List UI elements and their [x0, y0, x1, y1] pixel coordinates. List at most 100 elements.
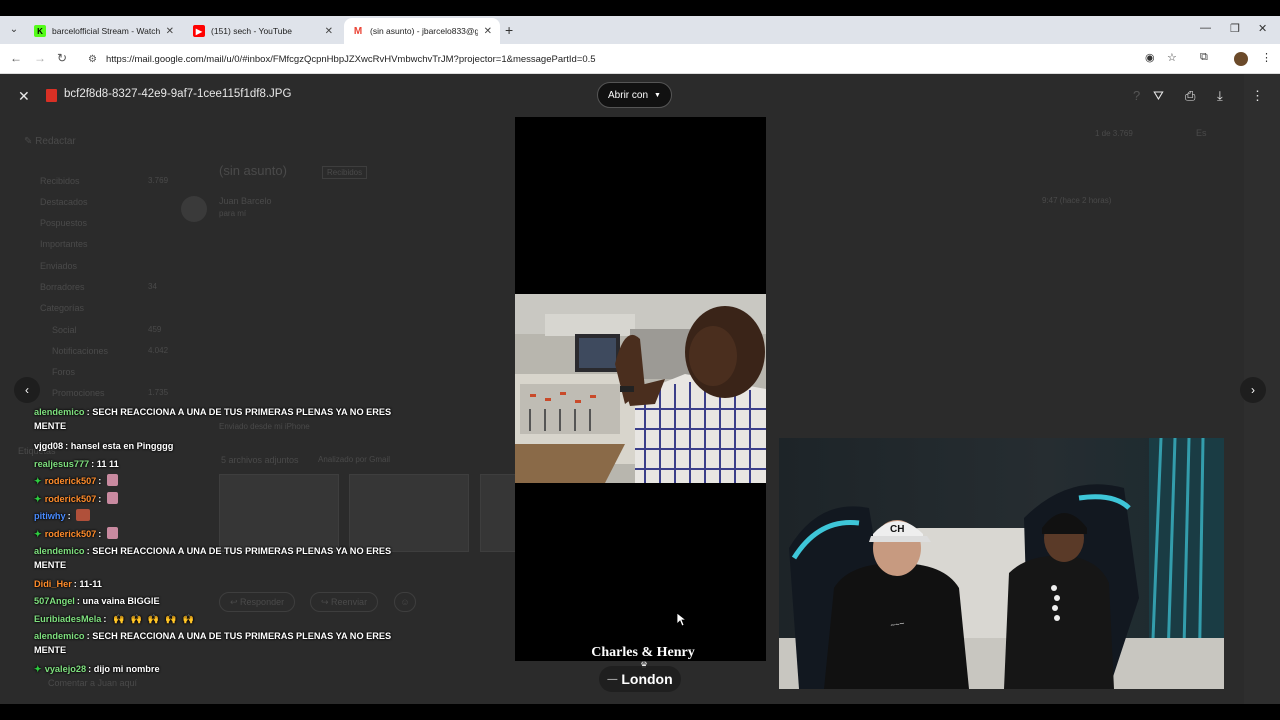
recipient-line: para mí — [219, 209, 247, 218]
social-count: 459 — [148, 325, 162, 334]
chat-message: EuribiadesMela: 🙌🙌🙌🙌🙌 — [34, 614, 201, 624]
caret-down-icon: ▼ — [654, 91, 661, 99]
sender-avatar — [181, 196, 207, 222]
sidebar-item-forums: Foros — [52, 367, 76, 377]
brand-logo-text: Charles & Henry — [591, 645, 695, 660]
toolbar: ← → ↻ ⚙ https://mail.google.com/mail/u/0… — [0, 44, 1280, 74]
image-preview[interactable] — [515, 117, 766, 661]
tab-title: barcelofficial Stream - Watch Liv — [52, 26, 160, 36]
chat-text: dijo mi nombre — [93, 664, 160, 674]
download-icon[interactable]: ⤓ — [1217, 88, 1223, 104]
back-icon[interactable]: ← — [10, 51, 22, 65]
bookmark-star-icon[interactable]: ☆ — [1167, 51, 1177, 64]
add-to-drive-icon[interactable]: ⛛ — [1153, 88, 1164, 104]
bottom-letterbox — [0, 704, 1280, 720]
updates-count: 4.042 — [148, 346, 169, 355]
youtube-icon: ▶ — [193, 25, 205, 37]
profile-avatar[interactable] — [1234, 52, 1248, 66]
brand-city: London — [621, 671, 673, 687]
chat-username: alendemico — [34, 546, 85, 556]
chat-username: vjgd08 — [34, 441, 64, 451]
chat-username: Didi_Her — [34, 579, 72, 589]
close-tab-icon[interactable]: ✕ — [484, 26, 492, 37]
chat-text: una vaina BIGGIE — [82, 596, 160, 606]
sidebar-item-updates: Notificaciones — [52, 346, 109, 356]
maximize-icon[interactable]: ❐ — [1230, 22, 1240, 35]
attachment-thumbnail — [480, 474, 516, 552]
email-subject: (sin asunto) — [219, 163, 287, 178]
inbox-count: 3.769 — [148, 176, 169, 185]
language-selector: Es — [1196, 128, 1207, 138]
extensions-icon[interactable]: ⧉ — [1200, 51, 1208, 64]
chat-message: realjesus777: 11 11 — [34, 459, 119, 469]
pagination: 1 de 3.769 — [1095, 129, 1133, 138]
chat-text: SECH REACCIONA A UNA DE TUS PRIMERAS PLE… — [92, 546, 392, 556]
photo-studio-man — [515, 294, 766, 483]
chat-username: roderick507 — [44, 476, 97, 486]
forward-icon[interactable]: → — [34, 51, 46, 65]
chat-text: 11 11 — [96, 459, 119, 469]
open-with-label: Abrir con — [608, 89, 649, 101]
more-options-icon[interactable]: ⋮ — [1251, 88, 1264, 104]
menu-dots-icon[interactable]: ⋮ — [1261, 51, 1272, 64]
sidebar-item-social: Social — [52, 325, 77, 335]
eye-icon[interactable]: ◉ — [1145, 51, 1155, 64]
close-viewer-icon[interactable]: ✕ — [18, 88, 30, 105]
chat-message: Didi_Her: 11-11 — [34, 579, 102, 589]
gmail-icon: M — [352, 25, 364, 37]
next-arrow-icon[interactable]: › — [1240, 377, 1266, 403]
new-tab-icon[interactable]: + — [505, 22, 513, 38]
drafts-count: 34 — [148, 282, 157, 291]
tab-gmail[interactable]: M (sin asunto) - jbarcelo833@gm ✕ — [344, 18, 500, 44]
previous-arrow-icon[interactable]: ‹ — [14, 377, 40, 403]
chat-text-continued: MENTE — [34, 645, 67, 655]
brand-city-badge: — London — [599, 666, 681, 692]
sidebar-item-sent: Enviados — [40, 261, 78, 271]
sidebar-item-snoozed: Pospuestos — [40, 218, 88, 228]
tab-youtube[interactable]: ▶ (151) sech - YouTube ✕ — [185, 18, 341, 44]
tab-title: (sin asunto) - jbarcelo833@gm — [370, 26, 478, 36]
chat-message: alendemico: SECH REACCIONA A UNA DE TUS … — [34, 407, 392, 431]
chat-text: hansel esta en Pingggg — [70, 441, 174, 451]
close-window-icon[interactable]: ✕ — [1258, 22, 1267, 35]
sender-name: Juan Barcelo — [219, 196, 272, 206]
dash-icon: — — [607, 673, 618, 685]
chat-message: alendemico: SECH REACCIONA A UNA DE TUS … — [34, 546, 392, 570]
site-info-icon[interactable]: ⚙ — [88, 54, 97, 65]
reload-icon[interactable]: ↻ — [57, 51, 67, 65]
tab-title: (151) sech - YouTube — [211, 26, 292, 36]
help-icon: ? — [1133, 88, 1141, 103]
kick-icon: K — [34, 25, 46, 37]
sidebar-item-drafts: Borradores — [40, 282, 85, 292]
tab-search-dropdown-icon[interactable]: ⌄ — [6, 20, 22, 38]
emote-icon — [106, 527, 118, 539]
sidebar-item-starred: Destacados — [40, 197, 88, 207]
email-date: 9:47 (hace 2 horas) — [1042, 196, 1112, 205]
tab-strip: ⌄ K barcelofficial Stream - Watch Liv ✕ … — [0, 0, 1280, 44]
chat-username: alendemico — [34, 407, 85, 417]
sub-badge-icon: ✦ — [34, 494, 42, 504]
tab-kick[interactable]: K barcelofficial Stream - Watch Liv ✕ — [26, 18, 182, 44]
print-icon[interactable]: ⎙ — [1185, 88, 1195, 104]
chat-message: ✦ roderick507: — [34, 492, 414, 506]
chat-username: 507Angel — [34, 596, 75, 606]
svg-text:CH: CH — [890, 524, 904, 535]
address-bar[interactable]: ⚙ https://mail.google.com/mail/u/0/#inbo… — [80, 48, 1190, 70]
open-with-button[interactable]: Abrir con ▼ — [597, 82, 672, 108]
minimize-icon[interactable]: — — [1200, 22, 1211, 34]
chat-text-continued: MENTE — [34, 421, 67, 431]
compose-button: ✎ Redactar — [24, 136, 76, 147]
chat-message: ✦ roderick507: — [34, 474, 414, 488]
promotions-count: 1.735 — [148, 388, 169, 397]
sub-badge-icon: ✦ — [34, 529, 42, 539]
chat-text: SECH REACCIONA A UNA DE TUS PRIMERAS PLE… — [92, 631, 392, 641]
close-tab-icon[interactable]: ✕ — [325, 26, 333, 37]
sub-badge-icon: ✦ — [34, 664, 42, 674]
chat-text-continued: MENTE — [34, 560, 67, 570]
chat-username: roderick507 — [44, 494, 97, 504]
sidebar-item-inbox: Recibidos — [40, 176, 80, 186]
emote-icon — [106, 474, 118, 486]
close-tab-icon[interactable]: ✕ — [166, 26, 174, 37]
chat-message: pitiwhy: — [34, 509, 414, 523]
streamer-webcam: CH ~~~ — [779, 438, 1224, 689]
